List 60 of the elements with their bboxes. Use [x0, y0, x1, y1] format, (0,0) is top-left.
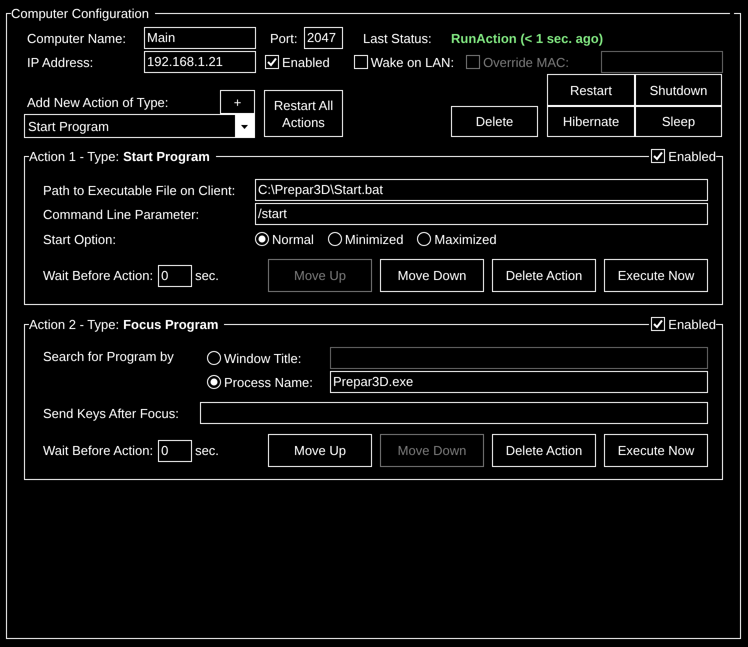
text-field[interactable]: Main: [144, 27, 256, 49]
radio-label: Maximized: [434, 232, 497, 246]
text-field[interactable]: C:\Prepar3D\Start.bat: [255, 179, 708, 201]
action-type: Focus Program: [123, 316, 218, 332]
action-button[interactable]: Execute Now: [604, 434, 708, 467]
text-field[interactable]: 192.168.1.21: [144, 51, 256, 73]
field-label: Computer Name:: [27, 30, 127, 46]
delete-button[interactable]: Delete: [451, 106, 538, 137]
status-label: Last Status:: [363, 30, 433, 46]
unit-label: sec.: [195, 443, 219, 458]
radio-label: Process Name:: [224, 374, 313, 390]
checkbox-label: Override MAC:: [483, 54, 570, 70]
power-button[interactable]: Shutdown: [635, 74, 722, 106]
text-field[interactable]: 2047: [304, 27, 343, 49]
field-label: Port:: [270, 30, 298, 46]
action-button[interactable]: Move Up: [268, 434, 372, 467]
group-title: Computer Configuration: [11, 6, 150, 20]
field-label: IP Address:: [27, 54, 94, 70]
action-title: Action 1 - Type:: [29, 148, 120, 164]
add-button[interactable]: +: [220, 90, 255, 114]
power-button[interactable]: Restart: [547, 74, 635, 106]
checkbox-label: Enabled: [668, 316, 716, 332]
caret-icon: [235, 115, 254, 137]
radio-button[interactable]: [255, 232, 269, 246]
text-field[interactable]: Prepar3D.exe: [330, 371, 708, 393]
text-field[interactable]: [330, 347, 708, 369]
radio-button[interactable]: [417, 232, 432, 246]
radio-label: Minimized: [344, 232, 404, 246]
action-title: Action 2 - Type:: [29, 316, 120, 332]
action-button[interactable]: Execute Now: [604, 259, 708, 292]
action-button[interactable]: Delete Action: [492, 259, 596, 292]
radio-button[interactable]: [207, 351, 221, 365]
text-field[interactable]: /start: [255, 203, 708, 225]
field-label: Wait Before Action:: [43, 268, 154, 283]
text-field[interactable]: 0: [158, 264, 192, 286]
action-button[interactable]: Move Down: [380, 259, 484, 292]
text-field[interactable]: [601, 51, 723, 73]
status-text: RunAction (< 1 sec. ago): [451, 30, 604, 46]
radio-label: Window Title:: [224, 350, 302, 366]
field-label: Path to Executable File on Client:: [43, 182, 236, 198]
radio-button[interactable]: [328, 232, 342, 246]
action-button[interactable]: Delete Action: [492, 434, 596, 467]
checkbox-label: Enabled: [668, 148, 716, 164]
radio-label: Normal: [272, 232, 314, 246]
text-field[interactable]: 0: [158, 440, 192, 462]
power-button[interactable]: Hibernate: [547, 106, 635, 137]
field-label: Add New Action of Type:: [26, 94, 168, 110]
radio-button[interactable]: [207, 375, 221, 389]
dropdown[interactable]: Start Program: [24, 114, 255, 138]
checkbox-label: Wake on LAN:: [370, 54, 454, 70]
field-label: Command Line Parameter:: [43, 206, 200, 222]
action-type: Start Program: [123, 148, 210, 164]
unit-label: sec.: [195, 268, 219, 283]
field-label: Wait Before Action:: [43, 443, 154, 458]
field-label: Search for Program by: [43, 348, 175, 366]
field-label: Send Keys After Focus:: [43, 406, 180, 420]
power-button[interactable]: Sleep: [635, 106, 722, 137]
field-label: Start Option:: [43, 232, 117, 246]
restart-all-button[interactable]: Restart All Actions: [264, 90, 343, 137]
checkbox-label: Enabled: [282, 54, 330, 70]
